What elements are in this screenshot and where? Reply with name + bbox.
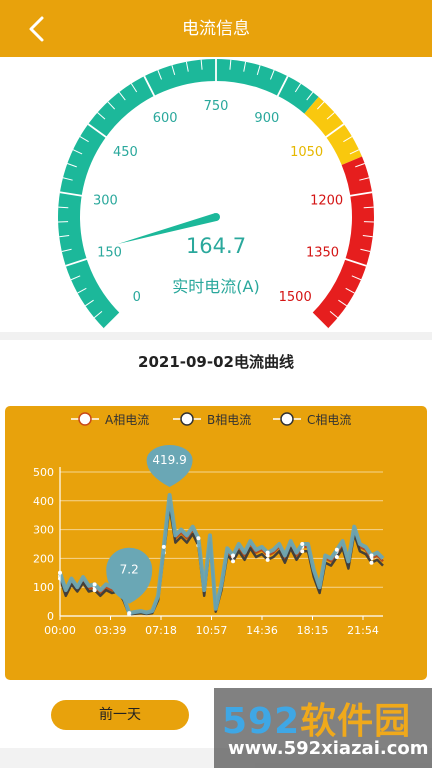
series-point: [92, 588, 97, 593]
gauge-value: 164.7: [186, 234, 246, 258]
series-point: [369, 560, 374, 565]
app-header: 电流信息: [0, 0, 432, 57]
legend-marker[interactable]: [78, 412, 92, 426]
series-point: [231, 559, 236, 564]
gauge-tick-label: 0: [133, 290, 141, 305]
current-gauge: 0 150 300 450 600 750 900 1050 1200 1350 1500 164.…: [57, 58, 374, 330]
watermark-cn: 软件园: [300, 701, 412, 742]
legend-label[interactable]: B相电流: [207, 413, 251, 427]
series-point: [334, 554, 339, 559]
series-point: [300, 549, 305, 554]
page-title: 电流信息: [182, 19, 250, 39]
series-point: [127, 611, 132, 616]
prev-day-button[interactable]: 前一天: [51, 700, 189, 730]
series-point: [265, 550, 270, 555]
gauge-label: 实时电流(A): [172, 277, 259, 296]
chart-container: A相电流 B相电流 C相电流 0 100 200 300 400 500 00:00 03:39…: [5, 406, 427, 680]
gauge-tick-label: 450: [113, 145, 138, 160]
series-point: [300, 542, 305, 546]
legend-marker[interactable]: [180, 412, 194, 426]
series-point: [334, 547, 339, 552]
gauge-tick-label: 150: [97, 246, 122, 261]
watermark-logo: 592软件园: [222, 692, 411, 744]
gauge-tick-label: 900: [254, 111, 279, 126]
y-tick-label: 200: [33, 552, 54, 565]
series-point: [369, 553, 374, 558]
y-tick-label: 300: [33, 524, 54, 537]
max-callout-text: 419.9: [152, 453, 186, 467]
watermark-digits: 592: [222, 701, 301, 742]
gauge-tick-label: 600: [153, 111, 178, 126]
series-point: [161, 544, 166, 549]
gauge-tick-label: 1350: [306, 246, 339, 261]
x-tick-label: 03:39: [95, 624, 127, 637]
section-divider: [0, 332, 432, 340]
x-tick-label: 14:36: [246, 624, 278, 637]
gauge-tick-label: 1500: [279, 290, 312, 305]
x-tick-label: 10:57: [196, 624, 228, 637]
min-callout-text: 7.2: [120, 563, 139, 577]
y-tick-label: 100: [33, 581, 54, 594]
site-watermark: 592软件园 www.592xiazai.com: [214, 688, 432, 768]
chart-title: 2021-09-02电流曲线: [138, 353, 294, 371]
series-point: [231, 553, 236, 558]
gauge-card: 0 150 300 450 600 750 900 1050 1200 1350 1500 164.…: [0, 57, 432, 332]
gauge-tick: [58, 206, 69, 209]
gauge-needle-hub: [212, 213, 220, 221]
x-tick-label: 21:54: [347, 624, 379, 637]
gauge-tick-label: 1050: [290, 145, 323, 160]
legend-label[interactable]: C相电流: [307, 413, 351, 427]
current-line-chart: A相电流 B相电流 C相电流 0 100 200 300 400 500 00:00 03:39…: [33, 412, 385, 637]
series-line-1: [58, 499, 384, 615]
legend-marker[interactable]: [280, 412, 294, 426]
y-tick-label: 500: [33, 466, 54, 479]
watermark-url: www.592xiazai.com: [228, 738, 429, 759]
y-tick-label: 400: [33, 495, 54, 508]
legend-label[interactable]: A相电流: [105, 413, 149, 427]
series-point: [265, 557, 270, 562]
y-tick-label: 0: [47, 610, 54, 623]
gauge-tick-label: 750: [204, 99, 229, 114]
x-tick-label: 07:18: [145, 624, 177, 637]
x-tick-label: 18:15: [297, 624, 329, 637]
x-tick-label: 00:00: [44, 624, 76, 637]
gauge-tick: [363, 206, 374, 209]
series-line-3: [58, 493, 385, 616]
series-point: [196, 536, 201, 541]
gauge-tick-label: 1200: [310, 193, 343, 208]
gauge-tick-label: 300: [93, 193, 118, 208]
series-point: [92, 582, 97, 587]
